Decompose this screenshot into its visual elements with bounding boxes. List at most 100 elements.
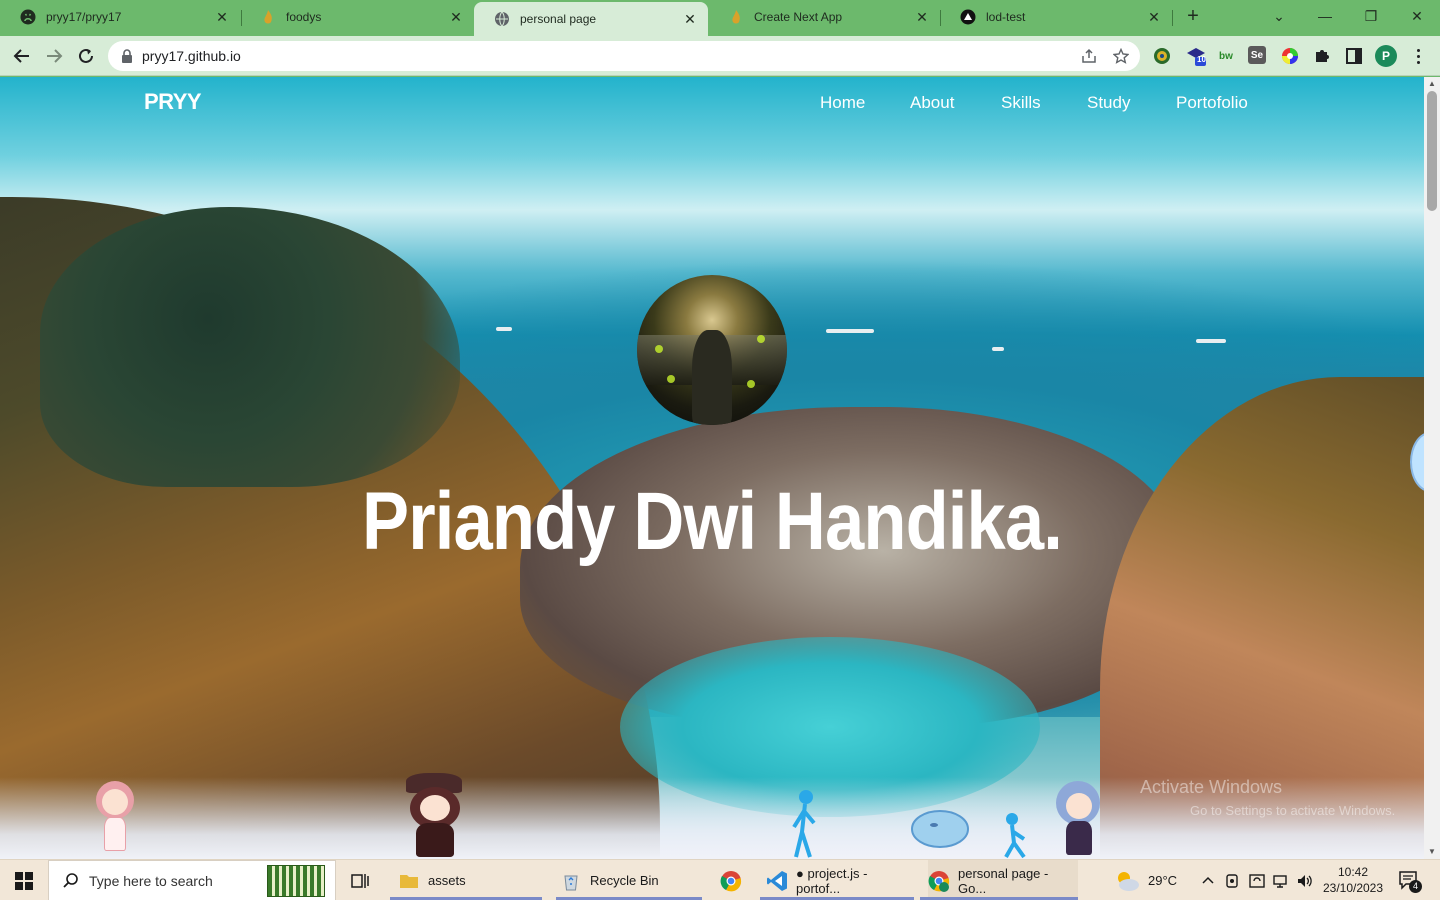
boat [826, 329, 874, 333]
lock-icon[interactable] [120, 49, 134, 63]
extension-color-picker-icon[interactable] [1280, 46, 1300, 66]
tab-label: Create Next App [754, 10, 843, 24]
stick-figure[interactable] [788, 787, 818, 859]
tab-close-icon[interactable]: ✕ [912, 9, 932, 26]
share-icon[interactable] [1080, 47, 1098, 65]
github-icon [20, 9, 36, 25]
tab-close-icon[interactable]: ✕ [212, 9, 232, 26]
nav-home[interactable]: Home [820, 93, 865, 113]
nav-about[interactable]: About [910, 93, 954, 113]
url-text[interactable]: pryy17.github.io [142, 48, 241, 64]
task-view-button[interactable] [350, 860, 370, 900]
tab-search-dropdown-icon[interactable]: ⌄ [1256, 4, 1302, 28]
network-icon[interactable] [1272, 860, 1290, 900]
scroll-up-icon[interactable]: ▲ [1424, 77, 1440, 91]
taskbar-app-assets[interactable]: assets [398, 860, 542, 900]
boat [496, 327, 512, 331]
scroll-down-icon[interactable]: ▼ [1424, 845, 1440, 859]
chrome-icon [720, 870, 742, 892]
extension-se-icon[interactable]: Se [1248, 46, 1266, 64]
onedrive-sync-icon[interactable] [1248, 860, 1266, 900]
weather-temperature: 29°C [1148, 873, 1178, 888]
extension-globe-icon[interactable] [1152, 46, 1172, 66]
notification-center-button[interactable]: 4 [1398, 870, 1422, 893]
side-panel-icon[interactable] [1344, 46, 1364, 66]
tab-strip: pryy17/pryy17 ✕ foodys ✕ personal page ✕… [0, 0, 1440, 36]
nav-study[interactable]: Study [1087, 93, 1130, 113]
task-view-icon [351, 873, 369, 888]
meet-now-icon[interactable] [1224, 860, 1242, 900]
background-trees [40, 207, 460, 487]
clock-time: 10:42 [1337, 865, 1369, 879]
clock-date: 23/10/2023 [1322, 881, 1384, 895]
back-arrow-icon [13, 49, 29, 63]
back-button[interactable] [10, 44, 34, 68]
tab-close-icon[interactable]: ✕ [1144, 9, 1164, 26]
minimize-button[interactable]: — [1302, 4, 1348, 28]
taskbar-app-label: assets [428, 873, 466, 888]
taskbar-app-chrome[interactable] [720, 860, 750, 900]
volume-icon[interactable] [1296, 860, 1314, 900]
page-viewport: PRYY Home About Skills Study Portofolio … [0, 77, 1424, 859]
notification-count-badge: 4 [1409, 880, 1422, 893]
reload-button[interactable] [74, 44, 98, 68]
tab-label: lod-test [986, 10, 1026, 24]
recycle-bin-icon [560, 870, 582, 892]
close-window-button[interactable]: ✕ [1394, 4, 1440, 28]
chibi-character[interactable] [90, 773, 140, 859]
weather-widget[interactable]: 29°C [1114, 860, 1177, 900]
reload-icon [79, 48, 93, 63]
browser-toolbar: pryy17.github.io 10 bw Se P [0, 36, 1440, 76]
forward-arrow-icon [47, 49, 63, 63]
bookmark-star-icon[interactable] [1112, 47, 1130, 65]
start-button[interactable] [14, 860, 34, 900]
site-brand[interactable]: PRYY [144, 89, 202, 115]
taskbar-app-label: Recycle Bin [590, 873, 659, 888]
tab-personal-page[interactable]: personal page ✕ [474, 2, 708, 36]
profile-avatar-button[interactable]: P [1375, 45, 1397, 67]
chevron-up-icon [1202, 876, 1214, 884]
tab-separator [1172, 10, 1173, 26]
taskbar-search[interactable]: Type here to search [48, 860, 336, 900]
tab-github[interactable]: pryy17/pryy17 ✕ [0, 0, 240, 34]
tab-label: foodys [286, 10, 322, 24]
tab-label: personal page [520, 12, 597, 26]
tab-label: pryy17/pryy17 [46, 10, 122, 24]
nav-portofolio[interactable]: Portofolio [1176, 93, 1248, 113]
taskbar-app-vscode[interactable]: ● project.js - portof... [766, 860, 912, 900]
restore-button[interactable]: ❐ [1348, 4, 1394, 28]
tab-close-icon[interactable]: ✕ [446, 9, 466, 26]
extension-graduation-icon[interactable]: 10 [1186, 46, 1206, 66]
forward-button[interactable] [42, 44, 66, 68]
taskbar-app-recycle-bin[interactable]: Recycle Bin [560, 860, 702, 900]
taskbar-app-chrome-personal-page[interactable]: personal page - Go... [928, 860, 1078, 900]
taskbar-app-label: personal page - Go... [958, 865, 1049, 896]
tab-foodys[interactable]: foodys ✕ [240, 0, 474, 34]
chibi-character[interactable] [396, 773, 474, 859]
nav-skills[interactable]: Skills [1001, 93, 1041, 113]
tab-close-icon[interactable]: ✕ [680, 11, 700, 28]
tab-lod-test[interactable]: lod-test ✕ [940, 0, 1172, 34]
browser-menu-icon[interactable] [1410, 45, 1426, 67]
page-scrollbar[interactable]: ▲ ▼ [1424, 77, 1440, 859]
globe-icon [494, 11, 510, 27]
vscode-icon [766, 870, 788, 892]
chibi-character[interactable] [1054, 779, 1104, 859]
new-tab-button[interactable]: + [1182, 6, 1204, 28]
show-hidden-icons-button[interactable] [1200, 860, 1216, 900]
system-clock[interactable]: 10:42 23/10/2023 [1318, 864, 1388, 896]
tab-create-next-app[interactable]: Create Next App ✕ [708, 0, 940, 34]
address-bar[interactable]: pryy17.github.io [108, 41, 1140, 71]
slime-mascot[interactable] [910, 805, 970, 849]
folder-icon [398, 870, 420, 892]
extensions-puzzle-icon[interactable] [1312, 46, 1332, 66]
extension-bw-icon[interactable]: bw [1216, 46, 1236, 66]
triangle-icon [960, 9, 976, 25]
search-highlight-image[interactable] [267, 865, 325, 897]
taskbar-app-label: ● project.js - portof... [796, 865, 868, 896]
boat [1196, 339, 1226, 343]
search-placeholder[interactable]: Type here to search [89, 873, 213, 889]
scrollbar-thumb[interactable] [1427, 91, 1437, 211]
boat [992, 347, 1004, 351]
stick-figure[interactable] [1000, 811, 1030, 859]
